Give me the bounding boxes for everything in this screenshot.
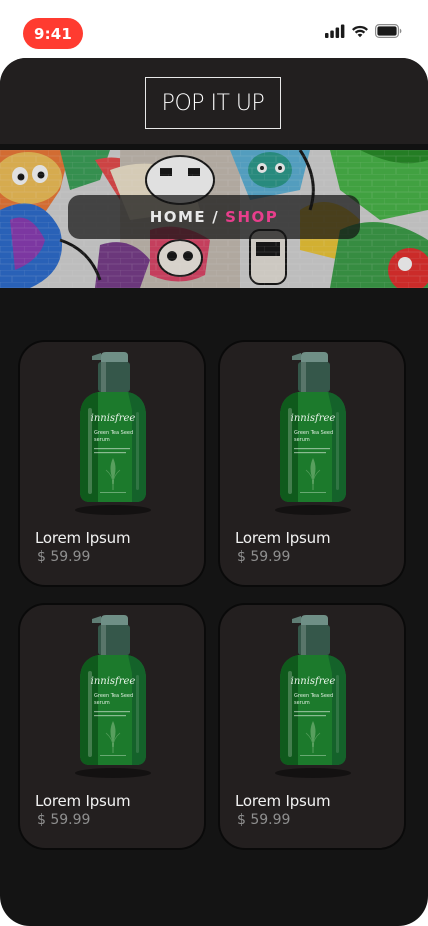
product-image: innisfree Green Tea Seed serum <box>20 613 204 783</box>
breadcrumb-home[interactable]: HOME <box>150 208 206 226</box>
app-body: POP IT UP HOME / SHOP innisfree Green Te… <box>0 58 428 926</box>
svg-text:Green Tea Seed: Green Tea Seed <box>294 430 333 436</box>
product-card[interactable]: innisfree Green Tea Seed serum Lorem Ipsum… <box>219 341 405 586</box>
product-price: $ 59.99 <box>37 812 91 828</box>
product-image: innisfree Green Tea Seed serum <box>20 350 204 520</box>
product-image: innisfree Green Tea Seed serum <box>220 613 404 783</box>
phone-screen: 9:41 POP IT UP HOME / SHOP innisfree Gre… <box>0 0 428 926</box>
svg-text:innisfree: innisfree <box>291 413 336 424</box>
serum-bottle-image: innisfree Green Tea Seedserum <box>275 615 351 778</box>
brand-logo[interactable]: POP IT UP <box>145 77 281 129</box>
product-price: $ 59.99 <box>37 549 91 565</box>
svg-text:Green Tea Seed: Green Tea Seed <box>94 430 133 436</box>
breadcrumb-current: SHOP <box>225 208 279 226</box>
svg-text:innisfree: innisfree <box>291 676 336 687</box>
signal-icon <box>325 24 345 38</box>
product-price: $ 59.99 <box>237 812 291 828</box>
svg-text:serum: serum <box>94 700 110 706</box>
hero-banner: HOME / SHOP <box>0 150 428 288</box>
svg-text:serum: serum <box>294 437 310 443</box>
product-name: Lorem Ipsum <box>35 792 131 810</box>
product-card[interactable]: innisfree Green Tea Seed serum Lorem Ipsum… <box>219 604 405 849</box>
svg-text:Green Tea Seed: Green Tea Seed <box>94 693 133 699</box>
status-bar: 9:41 <box>0 0 428 60</box>
status-time: 9:41 <box>23 18 83 49</box>
product-image: innisfree Green Tea Seed serum <box>220 350 404 520</box>
product-name: Lorem Ipsum <box>35 529 131 547</box>
wifi-icon <box>352 25 368 38</box>
svg-text:innisfree: innisfree <box>91 413 136 424</box>
status-icons <box>325 24 402 38</box>
serum-bottle-image: innisfree Green Tea Seedserum <box>75 615 151 778</box>
serum-bottle-image: innisfree Green Tea Seedserum <box>275 352 351 515</box>
battery-icon <box>375 24 402 38</box>
product-price: $ 59.99 <box>237 549 291 565</box>
svg-text:innisfree: innisfree <box>91 676 136 687</box>
serum-bottle-image: innisfree Green Tea Seedserum <box>75 352 151 515</box>
breadcrumb-separator: / <box>212 208 220 226</box>
product-card[interactable]: innisfree Green Tea Seed serum Lorem Ipsum… <box>19 341 205 586</box>
product-card[interactable]: innisfree Green Tea Seed serum Lorem Ipsum… <box>19 604 205 849</box>
top-header: POP IT UP <box>0 58 428 144</box>
svg-text:serum: serum <box>294 700 310 706</box>
breadcrumb: HOME / SHOP <box>68 195 360 239</box>
svg-text:Green Tea Seed: Green Tea Seed <box>294 693 333 699</box>
product-name: Lorem Ipsum <box>235 792 331 810</box>
svg-text:serum: serum <box>94 437 110 443</box>
product-name: Lorem Ipsum <box>235 529 331 547</box>
